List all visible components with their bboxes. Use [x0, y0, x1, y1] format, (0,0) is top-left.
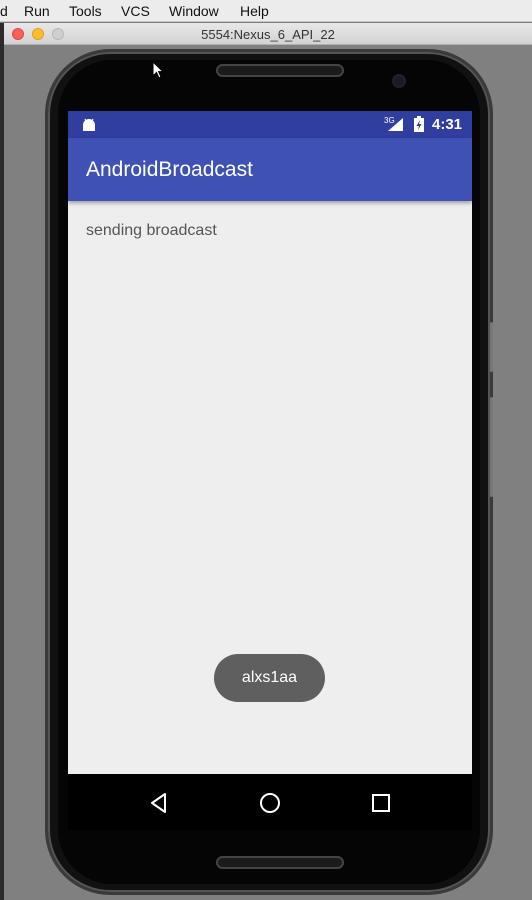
menu-item-tools[interactable]: Tools: [69, 3, 102, 19]
device-screen: 3G 4:31 AndroidBroadcast sending broadca…: [68, 111, 472, 774]
battery-charging-icon: [414, 116, 424, 132]
volume-button[interactable]: [490, 397, 493, 497]
status-message: sending broadcast: [86, 222, 217, 239]
emulator-window-titlebar[interactable]: 5554:Nexus_6_API_22: [4, 23, 532, 45]
system-navigation-bar: [68, 774, 472, 830]
app-toolbar: AndroidBroadcast: [68, 138, 472, 201]
status-time: 4:31: [432, 116, 463, 133]
recents-icon[interactable]: [368, 790, 394, 816]
status-bar: 3G 4:31: [68, 111, 472, 138]
power-button[interactable]: [490, 322, 493, 372]
toast-message: alxs1aa: [214, 654, 325, 702]
mouse-cursor-icon: [152, 61, 164, 79]
menu-item-window[interactable]: Window: [169, 3, 219, 19]
menu-item-help[interactable]: Help: [240, 3, 269, 19]
back-icon[interactable]: [146, 790, 172, 816]
android-notification-icon: [83, 118, 95, 131]
menu-item-run[interactable]: Run: [24, 3, 50, 19]
menu-item-partial[interactable]: d: [0, 3, 8, 19]
home-icon[interactable]: [257, 790, 283, 816]
top-speaker: [216, 64, 344, 77]
front-camera: [394, 76, 404, 86]
menu-item-vcs[interactable]: VCS: [121, 3, 150, 19]
bottom-speaker: [216, 856, 344, 869]
window-title: 5554:Nexus_6_API_22: [201, 27, 335, 42]
app-title: AndroidBroadcast: [86, 158, 253, 181]
menu-bar: d Run Tools VCS Window Help: [0, 0, 532, 22]
signal-strength-icon: [388, 118, 403, 131]
